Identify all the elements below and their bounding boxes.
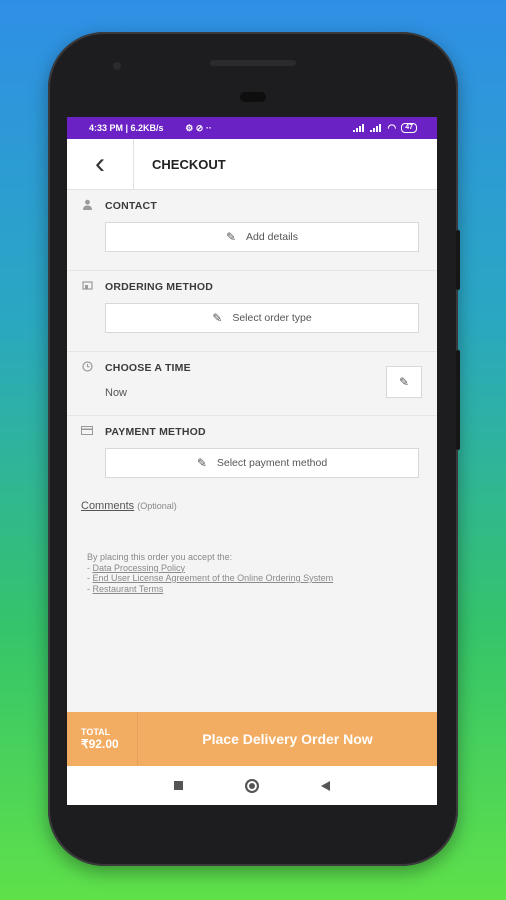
contact-section: CONTACT ✎ Add details [67,190,437,271]
status-icons: ◠ 47 [353,123,417,134]
pencil-icon: ✎ [225,230,237,244]
pencil-icon: ✎ [196,456,207,470]
credit-card-icon [79,426,95,438]
volume-button [456,350,460,450]
comments-row: Comments (Optional) [67,492,437,512]
signal-2-icon [370,124,382,132]
total-label: TOTAL [81,727,111,737]
data-processing-link[interactable]: Data Processing Policy [93,563,186,573]
earpiece-speaker [210,60,296,66]
comments-link[interactable]: Comments [81,500,134,512]
battery-icon: 47 [401,123,417,133]
system-nav-bar [67,766,437,805]
page-title: CHECKOUT [152,156,226,172]
pencil-icon: ✎ [212,311,223,325]
back-triangle-icon[interactable] [321,780,330,791]
contact-label: CONTACT [105,200,157,212]
ordering-method-label: ORDERING METHOD [105,281,213,293]
power-button [456,230,460,290]
select-order-type-button[interactable]: ✎ Select order type [105,303,419,333]
add-details-button[interactable]: ✎ Add details [105,222,419,252]
total-block: TOTAL ₹92.00 [67,712,138,766]
payment-method-label: PAYMENT METHOD [105,426,206,438]
proximity-sensor [240,92,266,102]
app-screen: 4:33 PM | 6.2KB/s ⚙ ⊘ ·· ◠ 47 ‹ CHECKOUT… [67,117,437,805]
restaurant-terms-link[interactable]: Restaurant Terms [93,584,164,594]
user-icon [79,199,95,213]
edit-time-button[interactable]: ✎ [386,366,422,398]
select-order-type-label: Select order type [232,312,312,324]
terms-block: By placing this order you accept the: - … [67,512,437,594]
total-value: ₹92.00 [81,737,119,751]
select-payment-method-button[interactable]: ✎ Select payment method [105,448,419,478]
select-payment-method-label: Select payment method [216,457,328,469]
back-button[interactable]: ‹ [67,139,134,189]
status-extra-icons: ⚙ ⊘ ·· [185,122,212,133]
ordering-method-section: ORDERING METHOD ✎ Select order type [67,271,437,352]
choose-time-label: CHOOSE A TIME [105,362,191,374]
recents-icon[interactable] [174,781,183,790]
wifi-icon: ◠ [387,122,397,134]
add-details-label: Add details [246,231,298,243]
status-time: 4:33 PM | 6.2KB/s [89,123,164,133]
place-order-button[interactable]: Place Delivery Order Now [138,731,437,747]
terms-intro: By placing this order you accept the: [87,552,233,562]
clock-icon [79,361,95,375]
app-header: ‹ CHECKOUT [67,139,437,190]
store-icon [79,280,95,294]
pencil-icon: ✎ [398,375,410,389]
front-camera [113,62,121,70]
chevron-left-icon: ‹ [95,147,105,180]
status-bar: 4:33 PM | 6.2KB/s ⚙ ⊘ ·· ◠ 47 [67,117,437,139]
signal-icon [353,124,365,132]
home-icon[interactable] [245,778,259,793]
checkout-footer: TOTAL ₹92.00 Place Delivery Order Now [67,712,437,766]
payment-method-section: PAYMENT METHOD ✎ Select payment method [67,416,437,492]
eula-link[interactable]: End User License Agreement of the Online… [93,573,334,583]
comments-optional: (Optional) [137,501,177,511]
choose-time-section: CHOOSE A TIME Now ✎ [67,352,437,416]
